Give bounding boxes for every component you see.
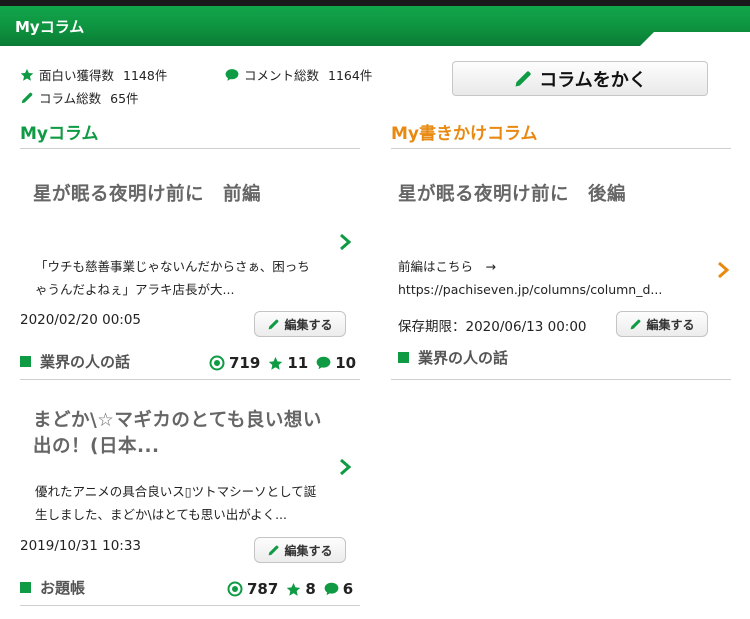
column-counts: 719 11 10 [209, 354, 356, 372]
edit-label: 編集する [284, 543, 333, 558]
page-title: Myコラム [15, 18, 85, 36]
category-label: 業界の人の話 [418, 349, 509, 367]
column-excerpt-line1: 優れたアニメの具合良いス▯ツトマシーソとして誕 [35, 484, 317, 499]
column-excerpt-line1: 「ウチも慈善事業じゃないんだからさぁ、困っち [35, 259, 310, 274]
like-count: 11 [287, 354, 309, 372]
edit-label: 編集する [646, 317, 695, 332]
category-square-icon [398, 352, 409, 363]
edit-button[interactable]: 編集する [254, 311, 346, 337]
write-column-label: コラムをかく [539, 69, 647, 91]
column-counts: 787 8 6 [227, 580, 353, 598]
view-icon [209, 355, 225, 371]
stat-comments: コメント総数 1164件 [225, 65, 372, 84]
view-icon [227, 581, 243, 597]
draft-excerpt-line1: 前編はこちら → [398, 259, 496, 274]
column-title-line2[interactable]: 出の！(日本... [33, 434, 160, 460]
drafts-divider [391, 148, 731, 149]
comment-icon [225, 68, 239, 82]
column-excerpt-line2: ゃうんだよねぇ」アラキ店長が大... [35, 282, 235, 297]
view-count: 787 [247, 580, 279, 598]
category-label: 業界の人の話 [40, 353, 131, 371]
category-square-icon [20, 582, 31, 593]
header-bar: Myコラム [0, 6, 750, 46]
column-title-line1[interactable]: まどか\☆マギカのとても良い想い [33, 408, 322, 434]
pencil-icon [513, 69, 533, 89]
stat-likes: 面白い獲得数 1148件 [20, 65, 167, 84]
column-date: 2019/10/31 10:33 [20, 538, 142, 554]
write-column-button[interactable]: コラムをかく [452, 61, 708, 96]
stat-likes-value: 1148件 [123, 68, 168, 83]
draft-category[interactable]: 業界の人の話 [398, 347, 508, 368]
column-date: 2020/02/20 00:05 [20, 312, 142, 328]
draft-excerpt-line2: https://pachiseven.jp/columns/column_d..… [398, 282, 663, 297]
stat-columns-label: コラム総数 [39, 91, 102, 106]
stat-likes-label: 面白い獲得数 [39, 68, 115, 83]
column-category[interactable]: 業界の人の話 [20, 351, 130, 372]
column-category[interactable]: お題帳 [20, 577, 85, 598]
my-columns-divider [20, 148, 360, 149]
column-title[interactable]: 星が眠る夜明け前に 前編 [33, 182, 261, 208]
chevron-right-icon[interactable] [716, 262, 730, 278]
view-count: 719 [229, 354, 261, 372]
stat-columns-value: 65件 [110, 91, 139, 106]
category-square-icon [20, 356, 31, 367]
star-icon [20, 68, 34, 82]
my-columns-heading: Myコラム [20, 124, 99, 144]
comment-icon [316, 356, 331, 370]
star-icon [268, 356, 283, 371]
edit-button[interactable]: 編集する [254, 537, 346, 563]
stat-columns: コラム総数 65件 [20, 88, 139, 107]
column-excerpt-line2: 生しました、まどか\はとても思い出がよく... [35, 507, 288, 522]
pencil-icon [267, 544, 280, 557]
edit-button[interactable]: 編集する [616, 311, 708, 337]
edit-label: 編集する [284, 317, 333, 332]
card-divider [391, 379, 731, 380]
comment-icon [324, 582, 339, 596]
draft-expiry: 保存期限：2020/06/13 00:00 [398, 319, 587, 335]
card-divider [20, 379, 360, 380]
comment-count: 10 [335, 354, 357, 372]
pencil-icon [267, 318, 280, 331]
category-label: お題帳 [40, 579, 86, 597]
stat-comments-label: コメント総数 [244, 68, 320, 83]
chevron-right-icon[interactable] [338, 234, 352, 250]
drafts-heading: My書きかけコラム [391, 124, 538, 144]
pencil-icon [20, 91, 34, 105]
header-tab-cut [640, 32, 750, 46]
stat-comments-value: 1164件 [328, 68, 373, 83]
like-count: 8 [305, 580, 316, 598]
card-divider [20, 605, 360, 606]
comment-count: 6 [342, 580, 354, 598]
pencil-icon [629, 318, 642, 331]
star-icon [286, 582, 301, 597]
chevron-right-icon[interactable] [338, 459, 352, 475]
draft-title[interactable]: 星が眠る夜明け前に 後編 [398, 182, 626, 208]
app-frame: Myコラム 面白い獲得数 1148件 コメント総数 1164件 コラム総数 65… [0, 6, 750, 619]
